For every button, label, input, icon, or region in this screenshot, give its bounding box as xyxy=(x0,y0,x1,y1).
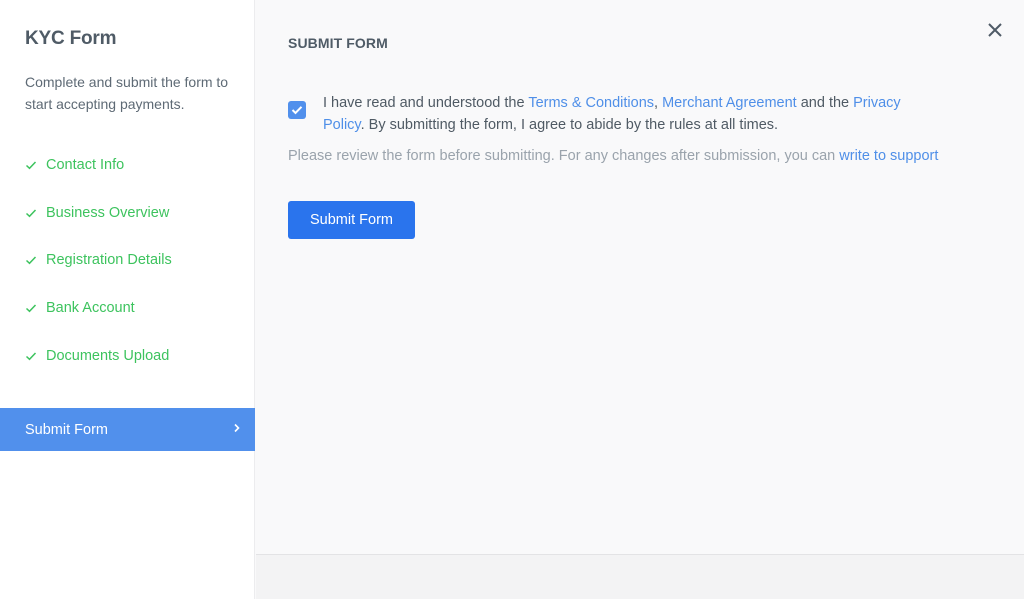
section-title: SUBMIT FORM xyxy=(288,35,388,51)
check-icon xyxy=(25,352,37,361)
check-icon xyxy=(291,106,303,115)
merchant-agreement-link[interactable]: Merchant Agreement xyxy=(662,95,797,111)
sidebar: KYC Form Complete and submit the form to… xyxy=(0,0,255,599)
step-label: Submit Form xyxy=(25,421,108,438)
submit-form-button[interactable]: Submit Form xyxy=(288,201,415,239)
agreement-text: I have read and understood the Terms & C… xyxy=(323,92,923,136)
step-bank-account[interactable]: Bank Account xyxy=(25,300,135,316)
step-label: Contact Info xyxy=(46,157,125,173)
sidebar-title: KYC Form xyxy=(25,28,117,49)
agreement-checkbox[interactable] xyxy=(288,101,306,119)
main-panel: SUBMIT FORM I have read and understood t… xyxy=(256,0,1024,554)
check-icon xyxy=(25,209,37,218)
check-icon xyxy=(25,256,37,265)
close-icon[interactable] xyxy=(986,21,1004,39)
step-label: Registration Details xyxy=(46,252,172,268)
chevron-right-icon xyxy=(234,423,240,433)
step-label: Bank Account xyxy=(46,300,135,316)
agreement-text-part: . By submitting the form, I agree to abi… xyxy=(360,117,779,133)
agreement-text-part: and the xyxy=(796,95,854,111)
step-label: Business Overview xyxy=(46,205,170,221)
step-documents-upload[interactable]: Documents Upload xyxy=(25,348,169,364)
terms-link[interactable]: Terms & Conditions xyxy=(528,95,654,111)
note-text: Please review the form before submitting… xyxy=(288,148,840,164)
write-to-support-link[interactable]: write to support xyxy=(839,148,938,164)
footer-bar xyxy=(256,554,1024,599)
agreement-text-part: I have read and understood the xyxy=(323,95,529,111)
sidebar-description: Complete and submit the form to start ac… xyxy=(25,74,229,112)
step-contact-info[interactable]: Contact Info xyxy=(25,157,124,173)
check-icon xyxy=(25,304,37,313)
step-submit-form-active[interactable]: Submit Form xyxy=(0,408,255,451)
step-label: Documents Upload xyxy=(46,348,170,364)
step-business-overview[interactable]: Business Overview xyxy=(25,205,169,221)
step-registration-details[interactable]: Registration Details xyxy=(25,252,172,268)
agreement-text-part: , xyxy=(654,95,663,111)
review-note: Please review the form before submitting… xyxy=(288,145,1008,167)
check-icon xyxy=(25,161,37,170)
